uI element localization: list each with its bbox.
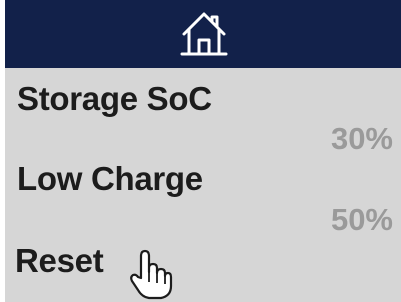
device-screen: Storage SoC 30% Low Charge 50% Reset <box>5 0 401 302</box>
low-charge-value: 50% <box>330 202 393 237</box>
header-bar <box>5 0 401 68</box>
storage-soc-value: 30% <box>330 121 393 156</box>
home-icon[interactable] <box>178 8 230 60</box>
hand-pointer-icon <box>130 249 173 300</box>
storage-soc-label: Storage SoC <box>17 80 212 117</box>
low-charge-label[interactable]: Low Charge <box>17 160 203 198</box>
reset-button[interactable]: Reset <box>15 242 104 280</box>
